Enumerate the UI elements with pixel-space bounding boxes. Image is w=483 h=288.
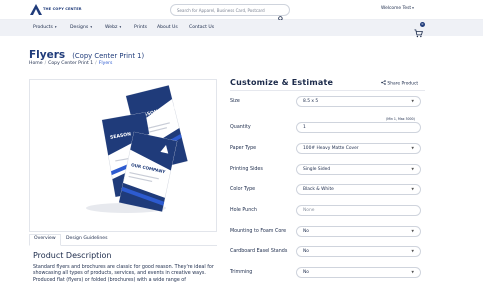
product-subtitle: (Copy Center Print 1)	[72, 52, 145, 60]
quantity-hint: (Min 1, Max 5000)	[386, 117, 415, 121]
breadcrumb-category[interactable]: Copy Center Print 1	[48, 61, 93, 66]
divider	[230, 90, 425, 91]
site-logo[interactable]: THE COPY CENTER	[30, 3, 82, 17]
hole-punch-select[interactable]: None	[296, 205, 421, 216]
chevron-down-icon: ▼	[411, 167, 414, 171]
trimming-select[interactable]: No ▼	[296, 267, 421, 278]
color-type-select[interactable]: Black & White ▼	[296, 184, 421, 195]
trimming-label: Trimming	[230, 270, 253, 275]
foam-core-label: Mounting to Foam Core	[230, 229, 287, 234]
breadcrumb-current: Flyers	[98, 61, 113, 66]
product-image: SEASON COMPANY SEASON OUR COMPANY	[86, 85, 188, 213]
tab-overview[interactable]: Overview	[29, 234, 61, 246]
cart-count-badge: 0	[420, 22, 425, 27]
nav-item-about-us[interactable]: About Us	[157, 25, 178, 30]
search-icon[interactable]	[278, 7, 284, 22]
top-header: THE COPY CENTER Welcome Test▾	[0, 0, 483, 22]
nav-item-products[interactable]: Products ▾	[33, 25, 57, 30]
quantity-label: Quantity	[230, 125, 251, 130]
paper-type-select[interactable]: 100# Heavy Matte Cover ▼	[296, 143, 421, 154]
size-select[interactable]: 8.5 x 5 ▼	[296, 96, 421, 107]
chevron-down-icon: ▼	[411, 146, 414, 150]
welcome-text: Welcome Test	[381, 6, 412, 11]
product-title: Flyers	[29, 49, 66, 61]
paper-type-label: Paper Type	[230, 146, 257, 151]
search-box[interactable]	[170, 4, 290, 22]
printing-sides-select[interactable]: Single Sided ▼	[296, 164, 421, 175]
share-icon	[381, 80, 386, 85]
easel-stands-label: Cardboard Easel Stands	[230, 249, 288, 254]
chevron-down-icon: ▼	[411, 270, 414, 274]
chevron-down-icon: ▾	[53, 25, 57, 29]
quantity-input[interactable]: 1	[296, 122, 421, 133]
tab-design-guidelines[interactable]: Design Guidelines	[66, 236, 108, 241]
nav-item-contact-us[interactable]: Contact Us	[189, 25, 214, 30]
breadcrumb: Home / Copy Center Print 1/Flyers	[29, 61, 113, 66]
description-title: Product Description	[33, 251, 112, 260]
cart-icon	[414, 29, 423, 38]
customize-title: Customize & Estimate	[230, 78, 334, 87]
foam-core-select[interactable]: No ▼	[296, 226, 421, 237]
color-type-label: Color Type	[230, 187, 256, 192]
chevron-down-icon: ▾	[89, 25, 93, 29]
description-text: Standard flyers and brochures are classi…	[33, 265, 214, 283]
nav-item-prints[interactable]: Prints	[134, 25, 147, 30]
user-menu[interactable]: Welcome Test▾	[381, 6, 414, 11]
nav-item-webz[interactable]: Webz ▾	[105, 25, 121, 30]
chevron-down-icon: ▼	[411, 187, 414, 191]
chevron-down-icon: ▼	[411, 229, 414, 233]
main-nav: Products ▾ Designs ▾ Webz ▾ Prints About…	[0, 20, 483, 38]
breadcrumb-home[interactable]: Home	[29, 61, 43, 66]
easel-stands-select[interactable]: No ▼	[296, 246, 421, 257]
hole-punch-label: Hole Punch	[230, 208, 257, 213]
product-tabs: Overview Design Guidelines	[29, 234, 217, 246]
chevron-down-icon: ▼	[411, 249, 414, 253]
product-image-panel: SEASON COMPANY SEASON OUR COMPANY	[29, 79, 217, 232]
size-label: Size	[230, 99, 240, 104]
chevron-down-icon: ▾	[412, 6, 414, 10]
search-input[interactable]	[177, 5, 277, 15]
printing-sides-label: Printing Sides	[230, 167, 263, 172]
chevron-down-icon: ▼	[411, 99, 414, 103]
page-title: Flyers (Copy Center Print 1)	[29, 43, 144, 62]
share-label: Share Product	[387, 81, 419, 87]
cart-button[interactable]: 0	[414, 22, 425, 38]
nav-item-designs[interactable]: Designs ▾	[70, 25, 92, 30]
share-product-button[interactable]: Share Product	[381, 80, 418, 87]
logo-text: THE COPY CENTER	[43, 7, 82, 11]
chevron-down-icon: ▾	[118, 25, 122, 29]
